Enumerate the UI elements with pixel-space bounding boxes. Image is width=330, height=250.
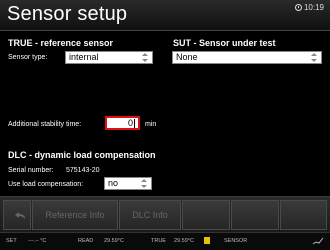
page-title: Sensor setup (7, 3, 128, 25)
select-arrows-icon (311, 53, 317, 62)
empty-toolbar-slot-1[interactable] (182, 200, 230, 230)
back-arrow-icon (15, 212, 25, 219)
title-bar: Sensor setup 10:19 (0, 0, 330, 31)
sut-sensor-value: None (176, 52, 198, 62)
sut-sensor-select[interactable]: None (172, 51, 322, 64)
sensor-label: SENSOR (224, 238, 248, 244)
read-value: 29.59°C (104, 238, 124, 244)
use-load-compensation-select[interactable]: no (104, 177, 152, 190)
status-bar: SET ---.-- °C READ 29.59°C TRUE 29.59°C … (0, 232, 330, 250)
stability-unit: min (145, 121, 157, 128)
clock-icon (294, 4, 302, 11)
back-button[interactable] (3, 200, 31, 230)
true-value: 29.59°C (174, 238, 194, 244)
sut-section-heading: SUT - Sensor under test (173, 38, 276, 48)
true-section-heading: TRUE - reference sensor (8, 38, 114, 48)
empty-toolbar-slot-2[interactable] (231, 200, 279, 230)
sensor-type-select[interactable]: internal (65, 51, 153, 64)
read-label: READ (78, 238, 94, 244)
sensor-type-label: Sensor type: (8, 54, 48, 61)
set-label: SET (6, 238, 17, 244)
clock: 10:19 (294, 3, 324, 12)
select-arrows-icon (141, 179, 147, 188)
use-load-compensation-label: Use load compensation: (8, 181, 84, 188)
serial-number-label: Serial number: (8, 167, 54, 174)
empty-toolbar-slot-3[interactable] (280, 200, 327, 230)
true-label: TRUE (151, 238, 166, 244)
stability-label: Additional stability time: (8, 121, 82, 128)
reference-info-button[interactable]: Reference Info (32, 200, 118, 230)
select-arrows-icon (142, 53, 148, 62)
text-caret (134, 119, 135, 129)
sensor-type-value: internal (69, 52, 99, 62)
stability-value: 0 (127, 118, 133, 128)
use-load-compensation-value: no (108, 178, 119, 188)
serial-number-value: 575143-20 (66, 167, 100, 174)
bottom-toolbar: Reference Info DLC Info (0, 196, 330, 233)
status-indicator (204, 237, 210, 244)
set-value: ---.-- °C (28, 238, 47, 244)
dlc-info-button[interactable]: DLC Info (119, 200, 181, 230)
sensor-setup-screen: Sensor setup 10:19 TRUE - reference sens… (0, 0, 330, 250)
dlc-section-heading: DLC - dynamic load compensation (8, 150, 156, 160)
signal-icon (312, 237, 324, 245)
stability-time-input[interactable]: 0 (105, 116, 140, 130)
clock-time: 10:19 (303, 3, 324, 12)
